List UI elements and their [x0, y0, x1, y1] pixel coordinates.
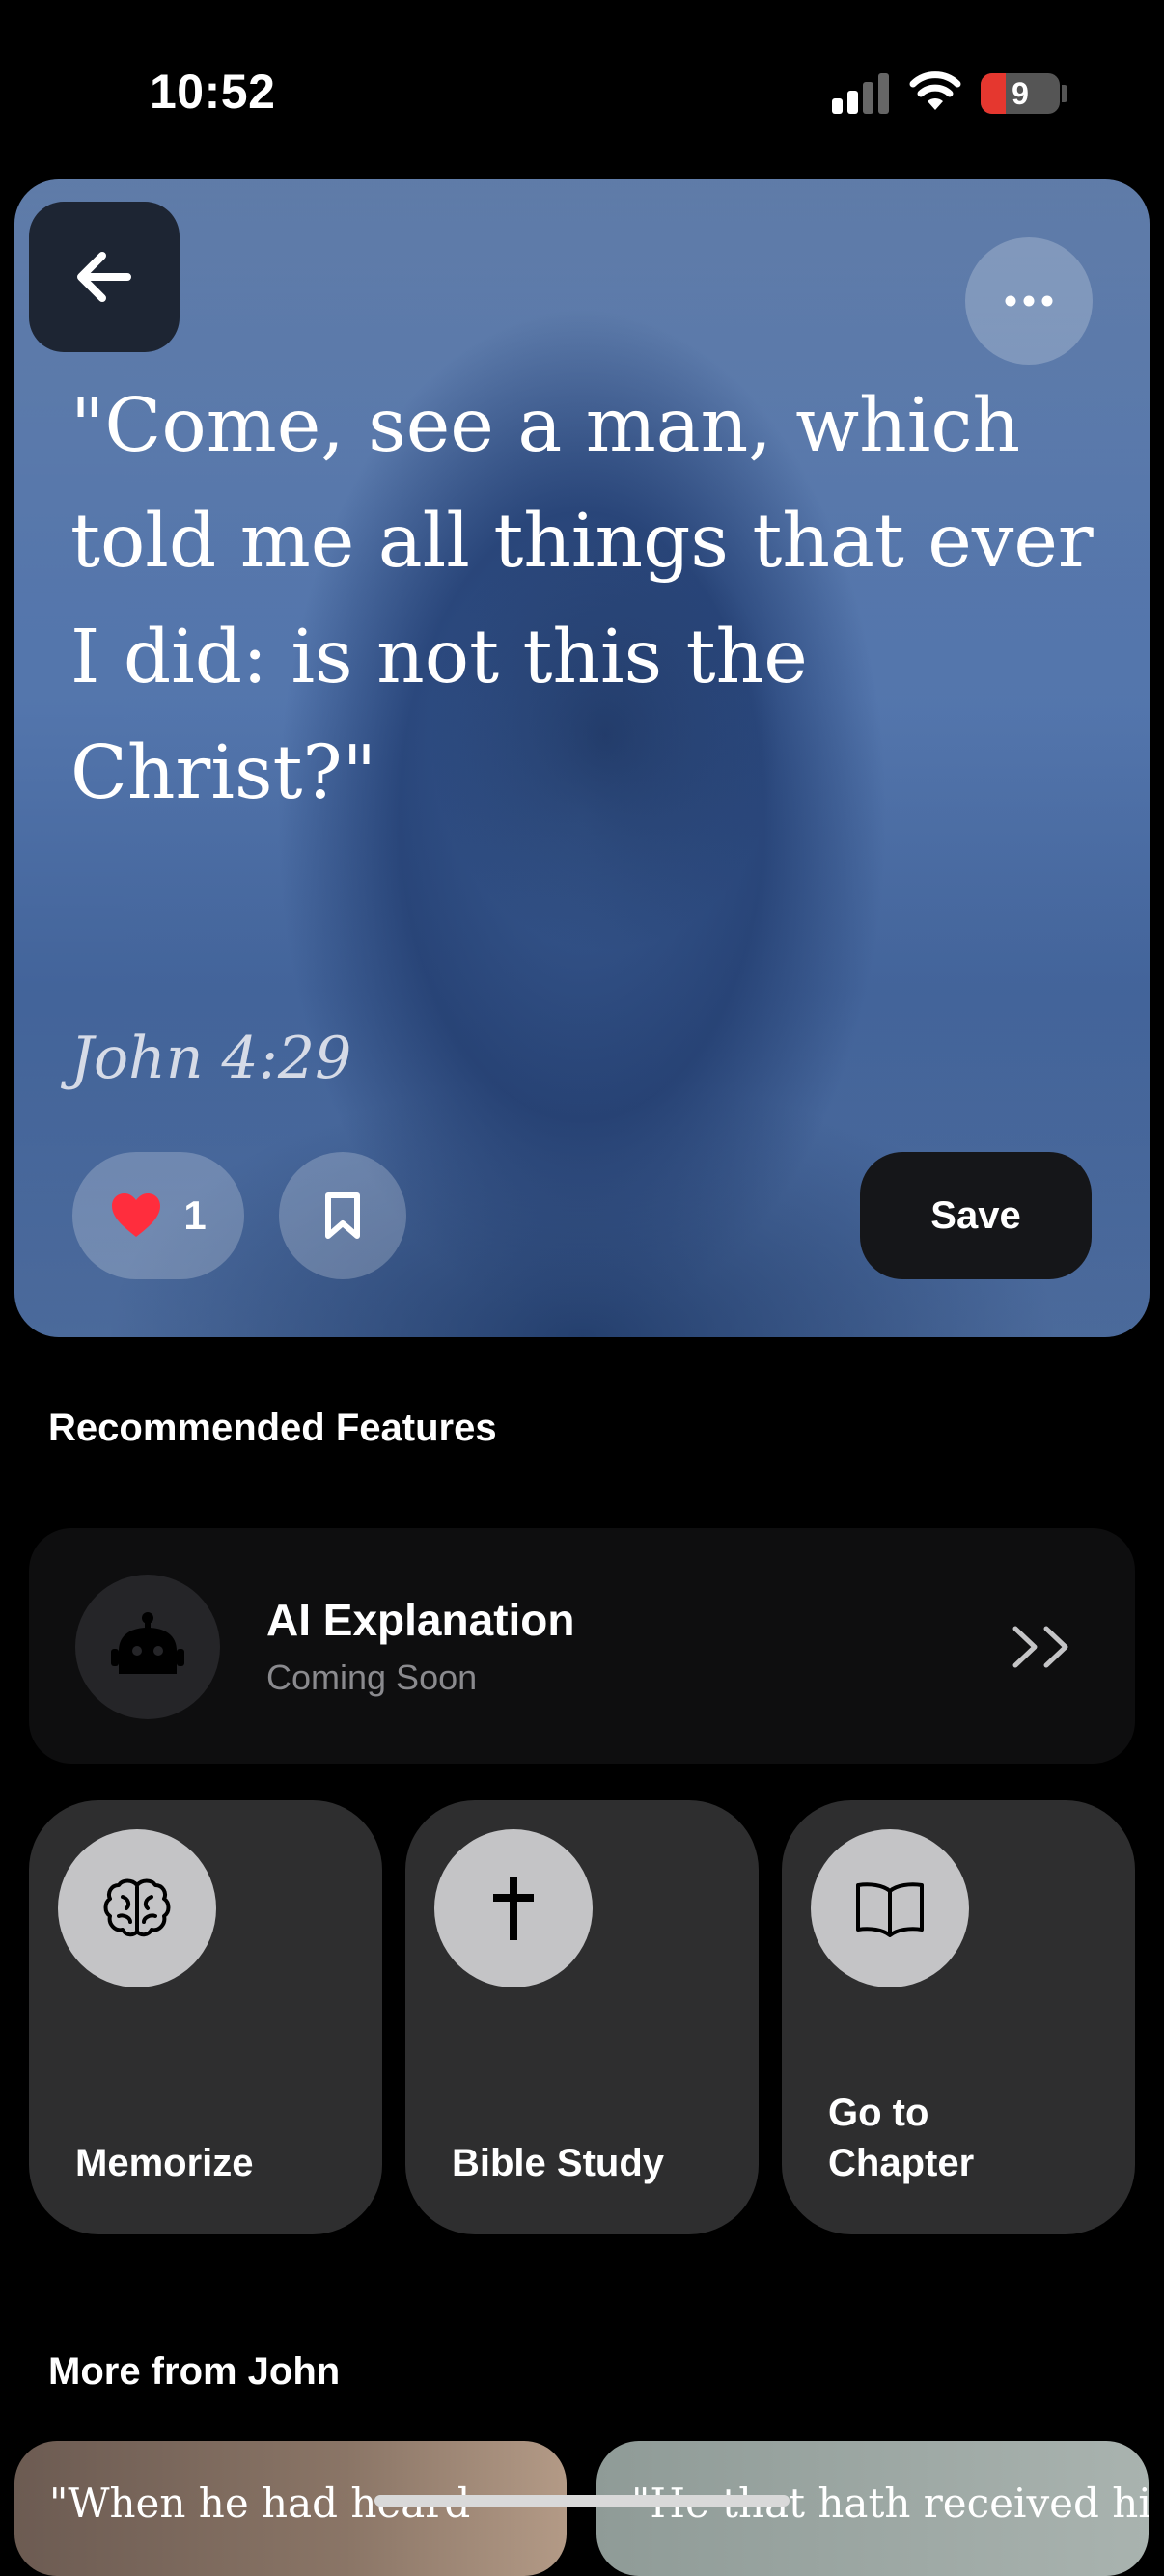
more-verse-card[interactable]: "When he had heard: [14, 2441, 567, 2576]
bookmark-button[interactable]: [279, 1152, 406, 1279]
ai-explanation-title: AI Explanation: [266, 1595, 575, 1645]
memorize-icon-container: [58, 1829, 216, 1987]
brain-icon: [103, 1878, 171, 1937]
battery-icon: 9: [981, 73, 1060, 114]
recommended-features-title: Recommended Features: [48, 1407, 497, 1449]
bible-study-label: Bible Study: [452, 2142, 665, 2184]
heart-icon: [112, 1193, 161, 1237]
home-indicator[interactable]: [374, 2495, 790, 2507]
wifi-icon: [909, 71, 961, 110]
memorize-label: Memorize: [75, 2142, 254, 2184]
memorize-card[interactable]: Memorize: [29, 1800, 382, 2234]
bookmark-icon: [325, 1192, 360, 1239]
ai-explanation-subtitle: Coming Soon: [266, 1658, 478, 1697]
save-button[interactable]: Save: [860, 1152, 1092, 1279]
double-chevron-right-icon: [1012, 1626, 1068, 1668]
verse-text: "Come, see a man, which told me all thin…: [70, 383, 1094, 816]
arrow-left-icon: [77, 252, 131, 302]
book-icon: [856, 1882, 924, 1937]
more-options-button[interactable]: [965, 237, 1093, 365]
verse-reference: John 4:29: [70, 1025, 352, 1092]
more-verse-card[interactable]: "He that hath received his: [596, 2441, 1149, 2576]
back-button[interactable]: [29, 202, 180, 352]
bible-study-card[interactable]: Bible Study: [405, 1800, 759, 2234]
more-from-title: More from John: [48, 2350, 341, 2393]
go-to-chapter-card[interactable]: Go to Chapter: [782, 1800, 1135, 2234]
like-count: 1: [183, 1192, 207, 1238]
ai-explanation-card[interactable]: AI Explanation Coming Soon: [29, 1528, 1135, 1764]
status-time: 10:52: [150, 65, 276, 119]
bible-study-icon-container: [434, 1829, 593, 1987]
go-to-chapter-label: Go to Chapter: [828, 2092, 975, 2184]
verse-card: "Come, see a man, which told me all thin…: [14, 179, 1150, 1337]
robot-icon: [111, 1612, 184, 1674]
battery-cap: [1062, 85, 1067, 102]
ellipsis-icon: [1005, 295, 1053, 307]
cellular-signal-icon: [832, 73, 890, 114]
like-button[interactable]: 1: [72, 1152, 244, 1279]
go-to-chapter-icon-container: [811, 1829, 969, 1987]
ai-icon-container: [75, 1575, 220, 1719]
cross-icon: [493, 1877, 534, 1940]
battery-level: 9: [1012, 76, 1029, 111]
